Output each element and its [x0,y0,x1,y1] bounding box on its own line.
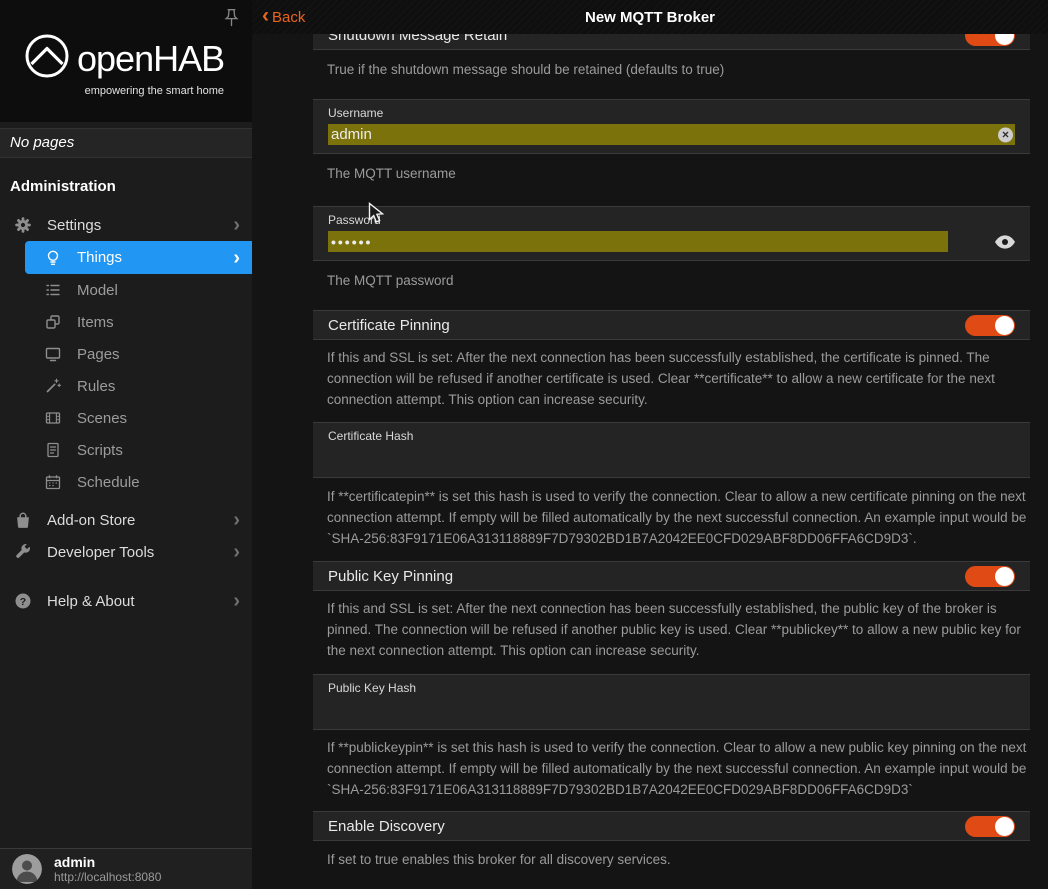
password-description: The MQTT password [313,270,1030,291]
password-field-card: Password [313,206,1030,261]
sidebar-item-items[interactable]: Items [0,306,252,338]
public-key-pinning-label: Public Key Pinning [328,568,453,585]
chevron-right-icon: › [233,592,240,610]
sidebar: openHAB empowering the smart home No pag… [0,0,252,889]
certificate-pinning-toggle[interactable] [965,315,1015,336]
clear-input-icon[interactable]: × [998,127,1013,142]
enable-discovery-label: Enable Discovery [328,818,445,835]
sidebar-item-help-about[interactable]: ? Help & About › [0,585,252,617]
magic-wand-icon [43,377,63,395]
public-key-pinning-description: If this and SSL is set: After the next c… [313,598,1030,661]
public-key-hash-label: Public Key Hash [328,681,1015,695]
main-panel: Shutdown Message Retain True if the shut… [252,0,1048,889]
sidebar-logo-area: openHAB empowering the smart home [0,0,252,122]
sidebar-item-things[interactable]: Things › [25,241,252,274]
back-chevron-icon: ‹ [262,5,269,26]
server-url-label: http://localhost:8080 [54,871,161,885]
gear-icon [13,216,33,234]
help-circle-icon: ? [13,592,33,610]
chevron-right-icon: › [233,543,240,561]
enable-discovery-description: If set to true enables this broker for a… [313,849,1030,870]
enable-discovery-toggle[interactable] [965,816,1015,837]
public-key-hash-description: If **publickeypin** is set this hash is … [313,737,1030,800]
sidebar-item-rules[interactable]: Rules [0,370,252,402]
calendar-icon [43,473,63,491]
certificate-pinning-label: Certificate Pinning [328,317,450,334]
model-tree-icon [43,281,63,299]
back-label: Back [272,9,305,26]
password-field-label: Password [328,213,1015,227]
certificate-pinning-row: Certificate Pinning [313,310,1030,340]
username-field-card: Username × [313,99,1030,154]
certificate-hash-card: Certificate Hash [313,422,1030,478]
wrench-icon [13,543,33,561]
show-password-eye-icon[interactable] [995,235,1015,249]
sidebar-item-settings[interactable]: Settings › [0,209,252,241]
openhab-logo-icon [24,33,70,84]
username-label: admin [54,854,161,870]
administration-heading: Administration [0,174,252,209]
username-description: The MQTT username [313,163,1030,184]
sidebar-item-scenes[interactable]: Scenes [0,402,252,434]
certificate-pinning-description: If this and SSL is set: After the next c… [313,347,1030,410]
chevron-right-icon: › [233,511,240,529]
certificate-hash-description: If **certificatepin** is set this hash i… [313,486,1030,549]
user-account-row[interactable]: admin http://localhost:8080 [0,848,252,889]
openhab-logo[interactable]: openHAB [0,0,252,84]
enable-discovery-row: Enable Discovery [313,811,1030,841]
sidebar-item-pages[interactable]: Pages [0,338,252,370]
public-key-pinning-row: Public Key Pinning [313,561,1030,591]
sidebar-item-addon-store[interactable]: Add-on Store › [0,504,252,536]
avatar [12,854,42,884]
password-input[interactable] [328,231,948,252]
sidebar-item-scripts[interactable]: Scripts [0,434,252,466]
certificate-hash-input[interactable] [328,447,1015,469]
sidebar-item-developer-tools[interactable]: Developer Tools › [0,536,252,568]
script-document-icon [43,441,63,459]
film-icon [43,409,63,427]
username-field-label: Username [328,106,1015,120]
username-input[interactable] [328,124,1015,145]
sidebar-item-model[interactable]: Model [0,274,252,306]
navbar: ‹ Back New MQTT Broker [252,0,1048,34]
shopping-bag-icon [13,511,33,529]
no-pages-label: No pages [0,128,252,158]
public-key-pinning-toggle[interactable] [965,566,1015,587]
shutdown-retain-description: True if the shutdown message should be r… [313,59,1030,80]
page-title: New MQTT Broker [252,9,1048,26]
lightbulb-icon [43,249,63,267]
sidebar-menu: Administration Settings › Things › Model [0,158,252,848]
certificate-hash-label: Certificate Hash [328,429,1015,443]
public-key-hash-input[interactable] [328,699,1015,721]
logo-tagline: empowering the smart home [0,85,252,97]
monitor-icon [43,345,63,363]
chevron-right-icon: › [233,249,240,267]
shapes-icon [43,313,63,331]
svg-text:?: ? [20,596,26,608]
sidebar-item-schedule[interactable]: Schedule [0,466,252,498]
logo-title: openHAB [77,41,224,77]
chevron-right-icon: › [233,216,240,234]
public-key-hash-card: Public Key Hash [313,674,1030,730]
pin-sidebar-icon[interactable] [224,8,240,28]
back-button[interactable]: ‹ Back [262,8,305,26]
thing-config-form: Shutdown Message Retain True if the shut… [252,0,1048,889]
